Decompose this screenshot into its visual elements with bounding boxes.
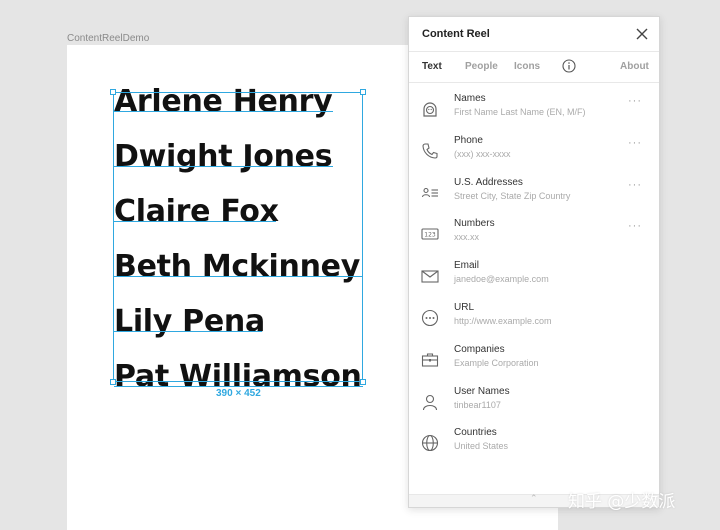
item-subtitle: xxx.xx <box>454 232 480 243</box>
item-subtitle: (xxx) xxx-xxxx <box>454 148 511 159</box>
list-item-companies[interactable]: Companies Example Corporation <box>409 341 659 383</box>
briefcase-icon <box>421 351 439 369</box>
more-options-icon[interactable]: ··· <box>628 179 642 191</box>
resize-handle-top-right[interactable] <box>360 89 366 95</box>
more-options-icon[interactable]: ··· <box>628 137 642 149</box>
item-subtitle: Street City, State Zip Country <box>454 190 571 201</box>
chevron-up-icon[interactable]: ⌃ <box>530 493 538 504</box>
svg-text:123: 123 <box>424 232 436 239</box>
selection-bounding-box[interactable] <box>113 92 363 382</box>
data-source-list: Names First Name Last Name (EN, M/F) ···… <box>409 83 659 466</box>
item-title: Numbers <box>454 218 495 230</box>
more-options-icon[interactable]: ··· <box>628 95 642 107</box>
item-title: Names <box>454 93 486 104</box>
selection-size-label: 390 × 452 <box>216 388 261 399</box>
envelope-icon <box>421 267 439 285</box>
item-subtitle: janedoe@example.com <box>454 274 549 285</box>
item-subtitle: United States <box>454 441 509 452</box>
watermark: 知乎 @少数派 <box>568 492 676 512</box>
resize-handle-bottom-left[interactable] <box>110 379 116 385</box>
list-item-user-names[interactable]: User Names tinbear1107 <box>409 383 659 425</box>
item-subtitle: tinbear1107 <box>454 399 501 410</box>
item-title: Email <box>454 260 480 272</box>
tab-text[interactable]: Text <box>422 61 442 72</box>
artboard-label[interactable]: ContentReelDemo <box>67 33 149 44</box>
resize-handle-top-left[interactable] <box>110 89 116 95</box>
info-icon[interactable] <box>562 59 576 73</box>
link-icon <box>421 309 439 327</box>
item-subtitle: First Name Last Name (EN, M/F) <box>454 107 586 117</box>
content-reel-panel: Content Reel Text People Icons About Nam… <box>408 16 660 508</box>
tab-bar: Text People Icons About <box>409 52 659 83</box>
list-item-numbers[interactable]: 123 Numbers xxx.xx ··· <box>409 215 659 257</box>
number-123-icon: 123 <box>421 225 439 243</box>
resize-handle-bottom-right[interactable] <box>360 379 366 385</box>
close-icon[interactable] <box>635 27 649 41</box>
phone-icon <box>421 142 439 160</box>
panel-header: Content Reel <box>409 17 659 52</box>
item-subtitle: Example Corporation <box>454 357 539 368</box>
item-title: URL <box>454 301 475 313</box>
list-item-names[interactable]: Names First Name Last Name (EN, M/F) ··· <box>409 90 659 132</box>
more-options-icon[interactable]: ··· <box>628 220 642 232</box>
item-subtitle: http://www.example.com <box>454 315 552 326</box>
list-item-url[interactable]: URL http://www.example.com <box>409 299 659 341</box>
tab-about[interactable]: About <box>620 61 649 72</box>
list-item-phone[interactable]: Phone (xxx) xxx-xxxx ··· <box>409 132 659 174</box>
tab-icons[interactable]: Icons <box>514 61 540 72</box>
tab-people[interactable]: People <box>465 61 498 72</box>
list-item-us-addresses[interactable]: U.S. Addresses Street City, State Zip Co… <box>409 174 659 216</box>
item-title: User Names <box>454 385 510 397</box>
address-card-icon <box>421 184 439 202</box>
item-title: U.S. Addresses <box>454 176 523 188</box>
globe-icon <box>421 434 439 452</box>
user-icon <box>421 393 439 411</box>
panel-title: Content Reel <box>422 28 490 40</box>
item-title: Countries <box>454 427 497 439</box>
item-title: Phone <box>454 134 483 146</box>
list-item-email[interactable]: Email janedoe@example.com <box>409 257 659 299</box>
list-item-countries[interactable]: Countries United States <box>409 424 659 466</box>
face-icon <box>421 100 439 118</box>
item-title: Companies <box>454 343 505 355</box>
